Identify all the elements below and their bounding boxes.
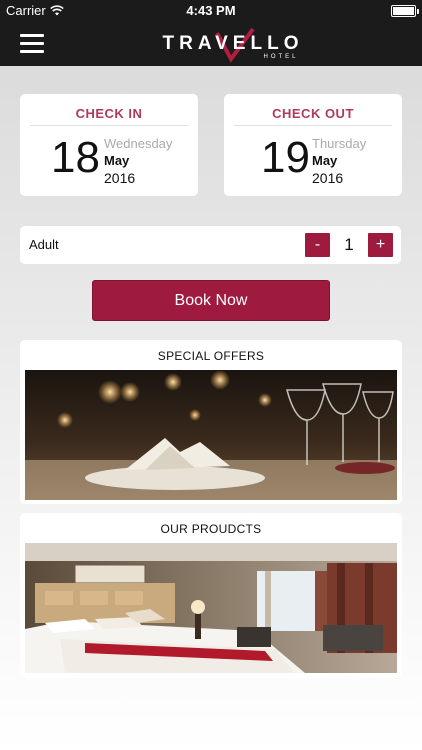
- special-offers-image[interactable]: [25, 370, 397, 500]
- adult-stepper-row: Adult - 1 +: [20, 226, 401, 264]
- status-bar: Carrier 4:43 PM: [0, 0, 422, 22]
- special-offers-title: SPECIAL OFFERS: [157, 349, 265, 363]
- checkout-day: 19: [261, 133, 310, 182]
- status-time: 4:43 PM: [186, 3, 236, 18]
- checkout-month: May: [312, 153, 338, 168]
- checkout-weekday: Thursday: [312, 136, 367, 151]
- adult-count: 1: [344, 235, 354, 254]
- checkout-title: CHECK OUT: [234, 106, 392, 126]
- checkout-card[interactable]: CHECK OUT 19 Thursday May 2016: [224, 94, 402, 196]
- battery-icon: [391, 5, 419, 17]
- decrement-button[interactable]: -: [305, 233, 330, 257]
- increment-button[interactable]: +: [368, 233, 393, 257]
- our-products-image[interactable]: [25, 543, 397, 673]
- checkin-day: 18: [51, 133, 100, 182]
- checkin-title: CHECK IN: [30, 106, 188, 126]
- nav-bar: TRAVELLO HOTEL: [0, 22, 422, 66]
- checkin-weekday: Wednesday: [104, 136, 173, 151]
- adult-label: Adult: [29, 237, 59, 252]
- app-logo: TRAVELLO HOTEL: [133, 27, 333, 63]
- logo-subtext: HOTEL: [263, 54, 299, 60]
- checkout-year: 2016: [312, 170, 344, 186]
- book-now-button[interactable]: Book Now: [92, 280, 330, 321]
- checkin-month: May: [104, 153, 130, 168]
- checkin-year: 2016: [104, 170, 136, 186]
- checkin-card[interactable]: CHECK IN 18 Wednesday May 2016: [20, 94, 198, 196]
- menu-icon[interactable]: [20, 34, 44, 54]
- special-offers-card[interactable]: SPECIAL OFFERS: [20, 340, 402, 504]
- our-products-title: OUR PROUDCTS: [160, 522, 262, 536]
- logo-text: TRAVELLO: [162, 33, 304, 54]
- our-products-card[interactable]: OUR PROUDCTS: [20, 513, 402, 678]
